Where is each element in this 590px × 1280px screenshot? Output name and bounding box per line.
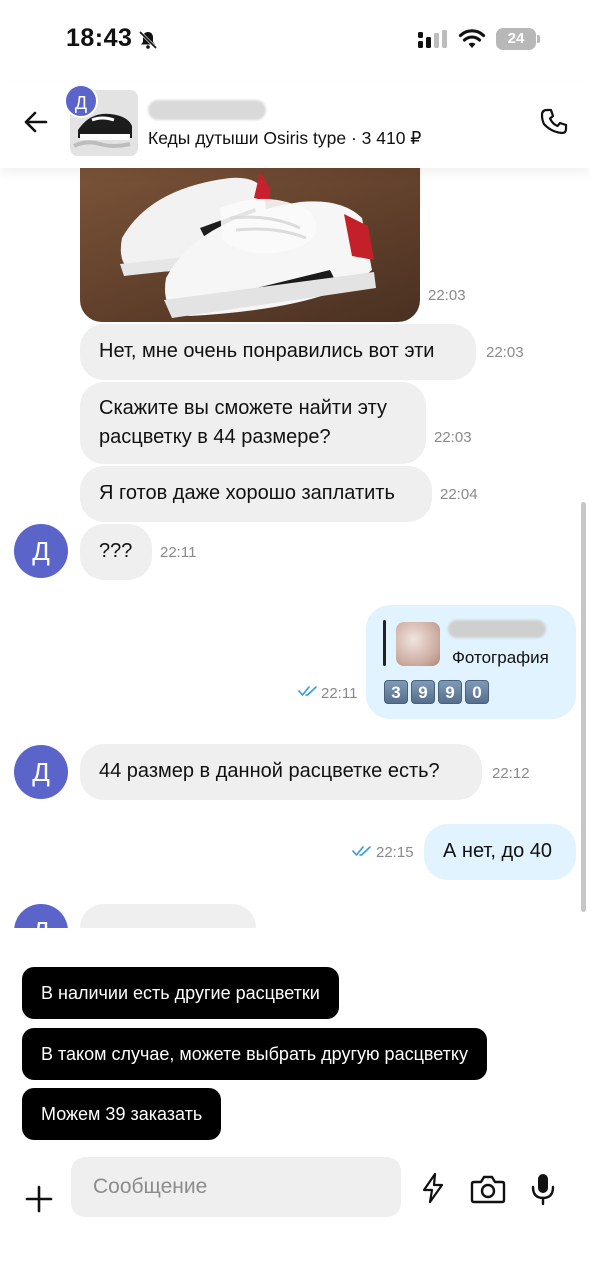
quick-reply-button[interactable]: В наличии есть другие расцветки bbox=[22, 967, 339, 1019]
contact-avatar[interactable]: Д bbox=[14, 745, 68, 799]
incoming-message[interactable]: Я готов даже хорошо заплатить bbox=[80, 466, 432, 522]
bell-off-icon bbox=[138, 30, 158, 50]
reply-photo-thumbnail[interactable] bbox=[396, 622, 440, 666]
quick-reply-button[interactable]: В таком случае, можете выбрать другую ра… bbox=[22, 1028, 487, 1080]
digit-emoji: 9 bbox=[438, 680, 462, 704]
quick-replies-panel: В наличии есть другие расцветки В таком … bbox=[0, 928, 590, 1280]
wifi-icon bbox=[458, 29, 486, 48]
reply-label: Фотография bbox=[452, 648, 549, 667]
message-time: 22:03 bbox=[428, 287, 466, 304]
reply-author-hidden bbox=[448, 620, 546, 638]
photo-message[interactable] bbox=[80, 168, 420, 322]
chat-header: Д Кеды дутыши Osiris type · 3 410 ₽ bbox=[0, 82, 590, 168]
message-time: 22:04 bbox=[440, 486, 478, 503]
message-text: Нет, мне очень понравились вот эти bbox=[99, 340, 435, 362]
microphone-icon[interactable] bbox=[530, 1172, 556, 1206]
message-time: 22:03 bbox=[486, 344, 524, 361]
read-check-icon bbox=[298, 686, 317, 696]
status-bar: 18:43 24 bbox=[0, 0, 590, 82]
incoming-message[interactable]: Скажите вы сможете найти эту расцветку в… bbox=[80, 382, 426, 464]
incoming-message[interactable]: ??? bbox=[80, 524, 152, 580]
lightning-icon[interactable] bbox=[420, 1172, 446, 1204]
read-check-icon bbox=[352, 846, 371, 856]
message-text: ??? bbox=[99, 540, 133, 562]
digit-emoji: 3 bbox=[384, 680, 408, 704]
message-time: 22:03 bbox=[434, 429, 472, 446]
camera-icon[interactable] bbox=[470, 1174, 506, 1204]
back-arrow-icon[interactable] bbox=[20, 106, 52, 138]
reply-quote-bar bbox=[383, 620, 386, 666]
chat-messages[interactable]: 22:03 Нет, мне очень понравились вот эти… bbox=[0, 168, 590, 928]
signal-icon bbox=[418, 30, 447, 48]
message-time: 22:11 bbox=[160, 544, 197, 561]
contact-avatar-small: Д bbox=[64, 84, 98, 118]
digit-emoji: 9 bbox=[411, 680, 435, 704]
message-text: А нет, до 40 bbox=[443, 840, 553, 862]
phone-icon[interactable] bbox=[538, 106, 570, 138]
message-input[interactable] bbox=[71, 1157, 401, 1217]
scrollbar[interactable] bbox=[581, 502, 586, 912]
battery-level: 24 bbox=[496, 28, 536, 50]
incoming-message[interactable]: 44 размер в данной расцветке есть? bbox=[80, 744, 482, 800]
message-time: 22:11 bbox=[321, 685, 358, 702]
incoming-message-partial[interactable] bbox=[80, 904, 256, 928]
message-text: 44 размер в данной расцветке есть? bbox=[99, 760, 440, 782]
incoming-message[interactable]: Нет, мне очень понравились вот эти bbox=[80, 324, 476, 380]
battery-icon: 24 bbox=[496, 28, 540, 50]
message-text: Скажите вы сможете найти эту расцветку в… bbox=[99, 397, 387, 448]
message-time: 22:15 bbox=[376, 844, 414, 861]
contact-avatar[interactable]: Д bbox=[14, 904, 68, 928]
plus-icon[interactable] bbox=[24, 1184, 54, 1214]
digit-emoji: 0 bbox=[465, 680, 489, 704]
message-text: Я готов даже хорошо заплатить bbox=[99, 482, 395, 504]
status-time: 18:43 bbox=[66, 24, 133, 52]
contact-avatar[interactable]: Д bbox=[14, 524, 68, 578]
outgoing-message[interactable]: А нет, до 40 bbox=[424, 824, 576, 880]
message-time: 22:12 bbox=[492, 765, 530, 782]
contact-name-hidden bbox=[148, 100, 266, 120]
quick-reply-button[interactable]: Можем 39 заказать bbox=[22, 1088, 222, 1140]
product-subtitle[interactable]: Кеды дутыши Osiris type · 3 410 ₽ bbox=[148, 128, 421, 149]
